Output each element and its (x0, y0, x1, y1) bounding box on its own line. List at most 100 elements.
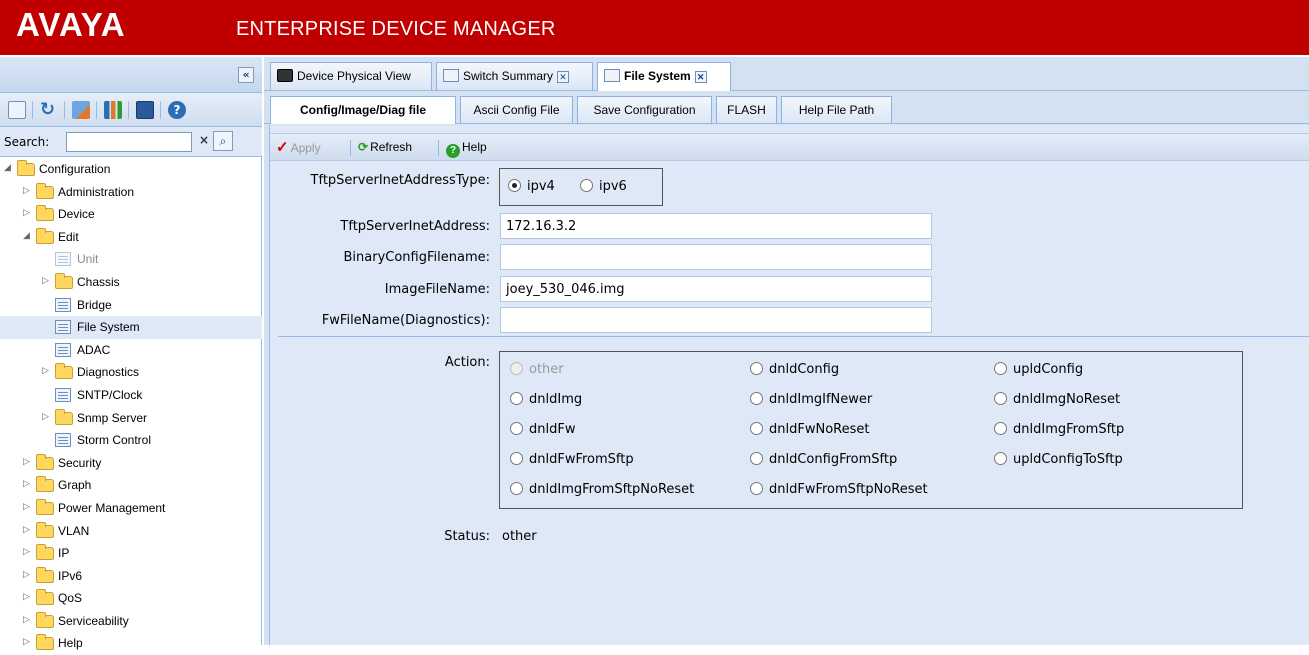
expand-arrow-icon[interactable]: ▷ (23, 591, 33, 602)
apply-button[interactable]: ✓ Apply (276, 138, 321, 156)
save-icon[interactable] (136, 101, 154, 119)
table-icon (604, 69, 620, 82)
expand-arrow-icon[interactable]: ▷ (23, 478, 33, 489)
tree-item-serviceability[interactable]: ▷ Serviceability (0, 610, 262, 633)
expand-arrow-icon[interactable]: ▷ (23, 185, 33, 196)
radio-dnldimgfromsftp[interactable]: dnldImgFromSftp (994, 422, 1124, 437)
tab-bar: Device Physical View Switch Summary ✕ Fil… (264, 57, 1309, 91)
expand-arrow-icon[interactable]: ▷ (23, 524, 33, 535)
tree-item-label: VLAN (58, 523, 90, 538)
clear-search-icon[interactable]: × (199, 133, 209, 147)
action-radio-group: other dnldConfig upldConfig dnldImg dnldImgI… (499, 351, 1243, 509)
tree-item-vlan[interactable]: ▷ VLAN (0, 520, 262, 543)
tree-item-bridge[interactable]: Bridge (0, 294, 262, 317)
search-icon[interactable]: ⌕ (213, 131, 233, 151)
radio-dnldimg[interactable]: dnldImg (510, 392, 582, 407)
radio-ipv6[interactable]: ipv6 (580, 179, 627, 194)
expand-arrow-icon[interactable]: ▷ (42, 365, 52, 376)
radio-dnldfwnoreset[interactable]: dnldFwNoReset (750, 422, 869, 437)
tree-item-storm-control[interactable]: Storm Control (0, 429, 262, 452)
binary-config-filename-field[interactable] (500, 244, 932, 270)
expand-arrow-icon[interactable]: ▷ (23, 614, 33, 625)
subtab-help-file-path[interactable]: Help File Path (781, 96, 892, 123)
tree-item-help[interactable]: ▷ Help (0, 632, 262, 655)
tree-item-file-system[interactable]: File System (0, 316, 262, 339)
help-button[interactable]: ? Help (446, 140, 487, 158)
expand-arrow-icon[interactable]: ▷ (23, 636, 33, 647)
tab-switch-summary[interactable]: Switch Summary ✕ (436, 62, 593, 90)
collapse-panel-icon[interactable]: « (238, 67, 254, 83)
refresh-button[interactable]: ⟳ Refresh (358, 140, 412, 154)
fw-filename-field[interactable] (500, 307, 932, 333)
radio-dnldfwfromsftp[interactable]: dnldFwFromSftp (510, 452, 634, 467)
expand-arrow-icon[interactable]: ▷ (23, 569, 33, 580)
tree-item-configuration[interactable]: ◢ Configuration (0, 158, 262, 181)
radio-dnldconfigfromsftp[interactable]: dnldConfigFromSftp (750, 452, 897, 467)
expand-arrow-icon[interactable]: ▷ (23, 501, 33, 512)
close-icon[interactable]: ✕ (694, 71, 707, 83)
tftp-address-field[interactable]: 172.16.3.2 (500, 213, 932, 239)
tree-item-label: Edit (58, 229, 79, 244)
tree-item-diagnostics[interactable]: ▷ Diagnostics (0, 361, 262, 384)
refresh-icon[interactable]: ↻ (40, 101, 58, 119)
radio-dnldfw[interactable]: dnldFw (510, 422, 575, 437)
search-input[interactable] (66, 132, 192, 152)
device-icon (277, 69, 293, 82)
image-filename-field[interactable]: joey_530_046.img (500, 276, 932, 302)
radio-button-icon (750, 482, 763, 495)
expand-arrow-icon[interactable]: ▷ (23, 456, 33, 467)
radio-dnldconfig[interactable]: dnldConfig (750, 362, 839, 377)
expand-arrow-icon[interactable]: ▷ (23, 546, 33, 557)
tree-item-ip[interactable]: ▷ IP (0, 542, 262, 565)
tree-item-chassis[interactable]: ▷ Chassis (0, 271, 262, 294)
navigation-panel: « ↻ ? Search: × ⌕ ◢ Configuration ▷ Adminis… (0, 57, 262, 651)
subtab-config-image-diag[interactable]: Config/Image/Diag file (270, 96, 456, 124)
tree-item-snmp-server[interactable]: ▷ Snmp Server (0, 407, 262, 430)
tree-item-sntp-clock[interactable]: SNTP/Clock (0, 384, 262, 407)
tree-item-edit[interactable]: ◢ Edit (0, 226, 262, 249)
avaya-logo: AVAYA (16, 6, 126, 43)
tree-item-label: QoS (58, 591, 83, 606)
subtab-flash[interactable]: FLASH (716, 96, 777, 123)
tab-file-system[interactable]: File System ✕ (597, 62, 731, 91)
toolbar-separator (32, 101, 33, 119)
radio-dnldimgnoreset[interactable]: dnldImgNoReset (994, 392, 1120, 407)
graph-icon[interactable] (104, 101, 122, 119)
select-all-icon[interactable] (8, 101, 26, 119)
tree-item-adac[interactable]: ADAC (0, 339, 262, 362)
radio-label: upldConfigToSftp (1013, 452, 1123, 467)
expand-arrow-icon[interactable]: ▷ (23, 207, 33, 218)
radio-dnldimgfromsftpnoreset[interactable]: dnldImgFromSftpNoReset (510, 482, 694, 497)
tree-item-label: Bridge (77, 297, 112, 312)
radio-label: dnldFwFromSftp (529, 452, 634, 467)
form-icon (55, 433, 71, 448)
subtab-ascii-config[interactable]: Ascii Config File (460, 96, 573, 123)
tree-item-unit[interactable]: Unit (0, 248, 262, 271)
radio-ipv4[interactable]: ipv4 (508, 179, 555, 194)
radio-dnldimgifnewer[interactable]: dnldImgIfNewer (750, 392, 872, 407)
tree-item-ipv6[interactable]: ▷ IPv6 (0, 565, 262, 588)
radio-upldconfig[interactable]: upldConfig (994, 362, 1083, 377)
tree-item-label: Diagnostics (77, 365, 140, 380)
expand-arrow-icon[interactable]: ▷ (42, 275, 52, 286)
tree-item-power-management[interactable]: ▷ Power Management (0, 497, 262, 520)
edit-icon[interactable] (72, 101, 90, 119)
tree-item-graph[interactable]: ▷ Graph (0, 474, 262, 497)
tree-item-label: Administration (58, 184, 135, 199)
tree-item-qos[interactable]: ▷ QoS (0, 587, 262, 610)
tree-item-device[interactable]: ▷ Device (0, 203, 262, 226)
radio-button-icon (510, 452, 523, 465)
tree-item-security[interactable]: ▷ Security (0, 452, 262, 475)
help-icon[interactable]: ? (168, 101, 186, 119)
expand-arrow-icon[interactable]: ▷ (42, 411, 52, 422)
collapse-arrow-icon[interactable]: ◢ (4, 162, 14, 173)
collapse-arrow-icon[interactable]: ◢ (23, 230, 33, 241)
action-label: Action: (444, 355, 490, 370)
tab-device-physical-view[interactable]: Device Physical View (270, 62, 432, 90)
radio-label: dnldFwNoReset (769, 422, 870, 437)
radio-upldconfigtosftp[interactable]: upldConfigToSftp (994, 452, 1123, 467)
radio-dnldfwfromsftpnoreset[interactable]: dnldFwFromSftpNoReset (750, 482, 928, 497)
subtab-save-configuration[interactable]: Save Configuration (577, 96, 712, 123)
close-icon[interactable]: ✕ (557, 71, 570, 83)
tree-item-administration[interactable]: ▷ Administration (0, 181, 262, 204)
